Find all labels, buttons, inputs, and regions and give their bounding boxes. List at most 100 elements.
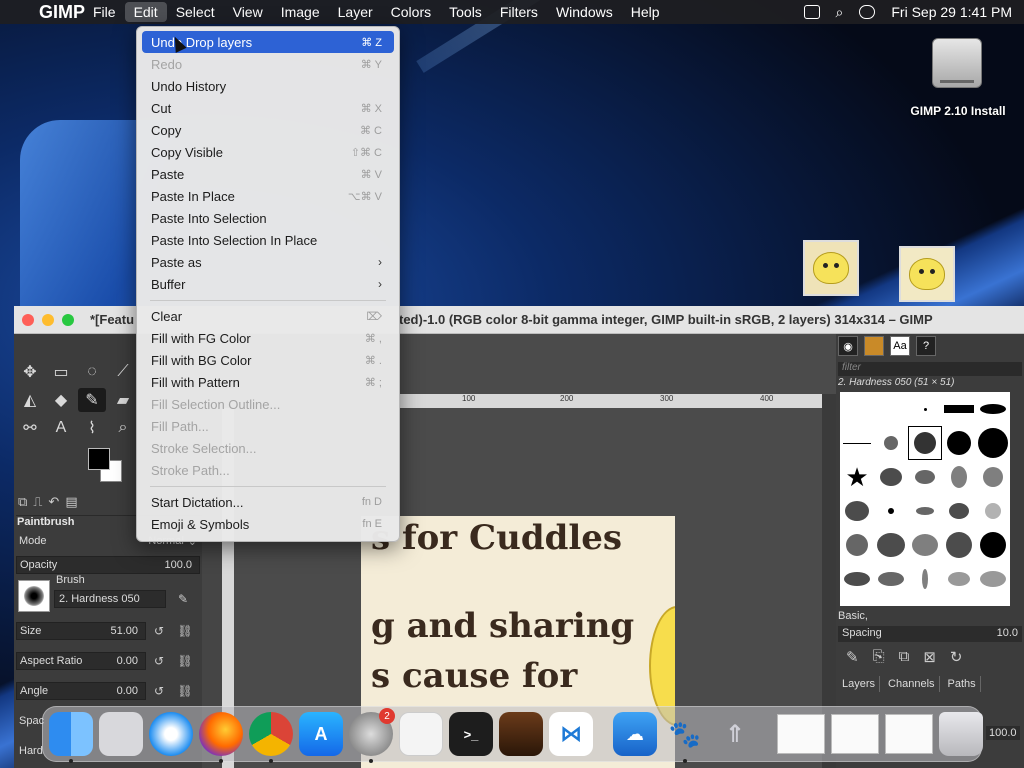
- brush-swatch[interactable]: [840, 426, 874, 460]
- color-picker-tool-icon[interactable]: ⌇: [78, 416, 106, 440]
- opacity-value[interactable]: 100.0: [164, 559, 192, 571]
- brush-swatch[interactable]: [840, 562, 874, 596]
- menu-item-start-dictation[interactable]: Start Dictation... fn D: [142, 491, 394, 513]
- instruments-icon[interactable]: [499, 712, 543, 756]
- vscode-icon[interactable]: ⋈: [549, 712, 593, 756]
- eraser-tool-icon[interactable]: ▰: [109, 388, 137, 412]
- minimized-window-thumbnail[interactable]: [831, 714, 879, 754]
- brush-swatch[interactable]: [874, 528, 908, 562]
- brush-swatch[interactable]: [976, 392, 1010, 426]
- brush-swatch[interactable]: [908, 494, 942, 528]
- tab-paths[interactable]: Paths: [944, 676, 981, 692]
- chrome-icon[interactable]: [249, 712, 293, 763]
- menu-item-paste-into-selection-in-place[interactable]: Paste Into Selection In Place: [142, 229, 394, 251]
- brush-name-field[interactable]: 2. Hardness 050: [54, 590, 166, 608]
- minimized-window-thumbnail[interactable]: [885, 714, 933, 754]
- brush-swatch[interactable]: [942, 426, 976, 460]
- menu-item-buffer[interactable]: Buffer ›: [142, 273, 394, 295]
- bucket-fill-tool-icon[interactable]: ◆: [47, 388, 75, 412]
- desktop-image-thumbnail[interactable]: [803, 240, 859, 296]
- menu-layer[interactable]: Layer: [329, 2, 382, 22]
- menu-colors[interactable]: Colors: [382, 2, 440, 22]
- brush-swatch[interactable]: [908, 528, 942, 562]
- link-icon[interactable]: ⛓: [176, 680, 194, 702]
- disk-label[interactable]: GIMP 2.10 Install: [898, 104, 1018, 118]
- tab-channels[interactable]: Channels: [884, 676, 940, 692]
- aspect-ratio-slider[interactable]: Aspect Ratio 0.00: [16, 652, 146, 670]
- brush-swatch[interactable]: [908, 460, 942, 494]
- lasso-tool-icon[interactable]: ◌: [78, 360, 106, 384]
- menu-item-fill-bg[interactable]: Fill with BG Color ⌘ .: [142, 349, 394, 371]
- weather-icon[interactable]: ☁: [613, 712, 657, 756]
- brush-preview[interactable]: [18, 580, 50, 612]
- brush-swatch[interactable]: [874, 562, 908, 596]
- menu-edit[interactable]: Edit: [124, 2, 167, 22]
- angle-value[interactable]: 0.00: [117, 685, 138, 697]
- menu-file[interactable]: File: [84, 2, 125, 22]
- delete-brush-icon[interactable]: ⊠: [923, 648, 936, 666]
- menu-item-fill-pattern[interactable]: Fill with Pattern ⌘ ;: [142, 371, 394, 393]
- link-icon[interactable]: ⛓: [176, 650, 194, 672]
- brush-swatch[interactable]: ★: [840, 460, 874, 494]
- menu-help[interactable]: Help: [622, 2, 669, 22]
- brush-swatch[interactable]: [942, 494, 976, 528]
- system-settings-icon[interactable]: 2: [349, 708, 395, 763]
- brush-swatch[interactable]: [942, 392, 976, 426]
- menu-item-copy-visible[interactable]: Copy Visible ⇧⌘ C: [142, 141, 394, 163]
- menu-select[interactable]: Select: [167, 2, 224, 22]
- menu-windows[interactable]: Windows: [547, 2, 622, 22]
- control-center-icon[interactable]: [859, 5, 876, 19]
- fg-bg-colors[interactable]: [88, 448, 134, 488]
- disk-image-icon[interactable]: [928, 38, 986, 94]
- menu-image[interactable]: Image: [272, 2, 329, 22]
- fonts-tab-icon[interactable]: Aa: [890, 336, 910, 356]
- help-icon[interactable]: ?: [916, 336, 936, 356]
- trash-icon[interactable]: [939, 712, 983, 756]
- paintbrush-tool-icon[interactable]: ✎: [78, 388, 106, 412]
- brush-swatch[interactable]: [976, 426, 1010, 460]
- brush-swatch[interactable]: [942, 460, 976, 494]
- brush-swatch[interactable]: [874, 426, 908, 460]
- brush-swatch[interactable]: [874, 494, 908, 528]
- new-brush-icon[interactable]: ⎘: [873, 648, 885, 666]
- size-value[interactable]: 51.00: [110, 625, 138, 637]
- screen-mirroring-icon[interactable]: [803, 5, 820, 19]
- search-icon[interactable]: ⌕: [836, 4, 844, 21]
- reset-icon[interactable]: ↺: [150, 680, 168, 702]
- rect-select-tool-icon[interactable]: ▭: [47, 360, 75, 384]
- brush-swatch[interactable]: [840, 392, 874, 426]
- transform-tool-icon[interactable]: ◭: [16, 388, 44, 412]
- menu-item-paste[interactable]: Paste ⌘ V: [142, 163, 394, 185]
- menu-app-name[interactable]: GIMP: [39, 0, 85, 34]
- menu-tools[interactable]: Tools: [440, 2, 491, 22]
- brush-swatch[interactable]: [908, 392, 942, 426]
- tool-options-tab-icon[interactable]: ⧉: [18, 494, 27, 515]
- zoom-tool-icon[interactable]: ⌕: [109, 416, 137, 440]
- brush-swatch[interactable]: [874, 460, 908, 494]
- menubar-clock[interactable]: Fri Sep 29 1:41 PM: [891, 4, 1016, 20]
- menu-item-fill-fg[interactable]: Fill with FG Color ⌘ ,: [142, 327, 394, 349]
- menu-view[interactable]: View: [224, 2, 272, 22]
- menu-filters[interactable]: Filters: [491, 2, 547, 22]
- size-slider[interactable]: Size 51.00: [16, 622, 146, 640]
- brush-preset-select[interactable]: Basic,: [838, 610, 1022, 622]
- link-icon[interactable]: ⛓: [176, 620, 194, 642]
- firefox-icon[interactable]: [199, 712, 243, 763]
- brush-swatch[interactable]: [840, 528, 874, 562]
- foreground-color-swatch[interactable]: [88, 448, 110, 470]
- minimized-window-thumbnail[interactable]: [777, 714, 825, 754]
- spacing-value[interactable]: 10.0: [997, 627, 1018, 641]
- minimize-button[interactable]: [42, 313, 54, 326]
- close-button[interactable]: [22, 313, 34, 326]
- menu-item-clear[interactable]: Clear ⌦: [142, 305, 394, 327]
- reset-icon[interactable]: ↺: [150, 620, 168, 642]
- menu-item-paste-as[interactable]: Paste as ›: [142, 251, 394, 273]
- move-tool-icon[interactable]: ✥: [16, 360, 44, 384]
- edit-brush-icon[interactable]: ✎: [174, 588, 192, 610]
- duplicate-brush-icon[interactable]: ⧉: [899, 648, 910, 666]
- terminal-icon[interactable]: >_: [449, 712, 493, 756]
- menu-item-paste-into-selection[interactable]: Paste Into Selection: [142, 207, 394, 229]
- menu-item-paste-in-place[interactable]: Paste In Place ⌥⌘ V: [142, 185, 394, 207]
- rocket-icon[interactable]: ⇑: [713, 712, 757, 756]
- fuzzy-select-tool-icon[interactable]: ⟋: [109, 360, 137, 384]
